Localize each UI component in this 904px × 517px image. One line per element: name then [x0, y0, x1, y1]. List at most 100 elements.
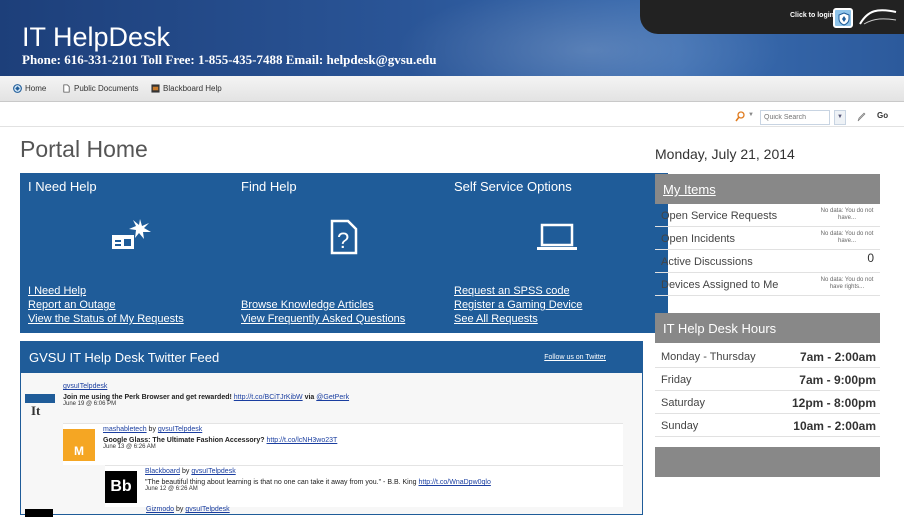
- my-items-title-link[interactable]: My Items: [663, 182, 716, 197]
- row-label: Devices Assigned to Me: [661, 279, 779, 291]
- tweet-link[interactable]: http://t.co/lcNH3wo23T: [267, 437, 338, 444]
- row-value: No data: You do not have...: [820, 208, 874, 221]
- gizmodo-avatar: [25, 509, 53, 517]
- search-icon[interactable]: [735, 111, 745, 123]
- tile-self-service: Self Service Options Request an SPSS cod…: [446, 173, 668, 333]
- new-ticket-icon: [112, 219, 151, 249]
- tweet-item: gvsuITelpdesk Join me using the Perk Bro…: [63, 383, 623, 407]
- my-items-row[interactable]: Active Discussions 0: [655, 251, 880, 273]
- hours-day: Friday: [661, 374, 692, 386]
- hours-header: IT Help Desk Hours: [655, 313, 880, 343]
- tweet-mention-link[interactable]: @GetPerk: [316, 394, 349, 401]
- row-value: No data: You do not have...: [820, 231, 874, 244]
- follow-twitter-link[interactable]: Follow us on Twitter: [544, 354, 606, 361]
- search-bar: ▼ ▼ Go: [0, 110, 904, 126]
- row-label: Open Incidents: [661, 233, 735, 245]
- header-banner: IT HelpDesk Phone: 616-331-2101 Toll Fre…: [0, 0, 904, 76]
- question-document-icon: ?: [330, 219, 358, 255]
- nav-item-public-documents[interactable]: Public Documents: [62, 84, 138, 93]
- divider: [0, 126, 904, 127]
- tweet-author-link[interactable]: mashabletech: [103, 426, 147, 433]
- hours-row: Monday - Thursday 7am - 2:00am: [655, 346, 880, 368]
- tile-i-need-help: I Need Help I Need Help Report an Outage…: [20, 173, 242, 333]
- my-items-row[interactable]: Devices Assigned to Me No data: You do n…: [655, 274, 880, 296]
- hours-day: Sunday: [661, 420, 699, 432]
- tweet-date: June 12 @ 6:26 AM: [145, 486, 198, 492]
- my-items-header: My Items: [655, 174, 880, 204]
- search-go-button[interactable]: Go: [877, 111, 888, 120]
- tweet-text: Google Glass: The Ultimate Fashion Acces…: [103, 437, 265, 444]
- tweet-card: Bb Blackboard by gvsuITelpdesk "The beau…: [105, 465, 623, 507]
- mashable-avatar: M: [63, 429, 95, 461]
- row-label: Active Discussions: [661, 256, 753, 268]
- nav-bar: Home Public Documents Blackboard Help: [0, 76, 904, 102]
- row-label: Open Service Requests: [661, 210, 778, 222]
- nav-item-label: Blackboard Help: [163, 84, 222, 93]
- hours-day: Saturday: [661, 397, 706, 409]
- hours-row: Saturday 12pm - 8:00pm: [655, 392, 880, 414]
- hours-day: Monday - Thursday: [661, 351, 756, 363]
- link-view-faq[interactable]: View Frequently Asked Questions: [241, 312, 405, 326]
- tweet-by: by: [181, 468, 190, 475]
- row-value: No data: You do not have rights...: [820, 277, 874, 290]
- tweet-by-author-link[interactable]: gvsuITelpdesk: [191, 468, 235, 475]
- login-link[interactable]: Click to login: [790, 12, 834, 19]
- my-items-row[interactable]: Open Incidents No data: You do not have.…: [655, 228, 880, 250]
- link-browse-knowledge[interactable]: Browse Knowledge Articles: [241, 298, 405, 312]
- hours-time: 10am - 2:00am: [793, 419, 876, 433]
- tweet-by-author-link[interactable]: gvsuITelpdesk: [158, 426, 202, 433]
- tile-title: I Need Help: [28, 179, 97, 194]
- tweet-card: M mashabletech by gvsuITelpdesk Google G…: [63, 423, 623, 465]
- nav-item-blackboard-help[interactable]: Blackboard Help: [151, 84, 222, 93]
- tile-links: Request an SPSS code Register a Gaming D…: [454, 284, 582, 326]
- link-i-need-help[interactable]: I Need Help: [28, 284, 184, 298]
- tile-links: I Need Help Report an Outage View the St…: [28, 284, 184, 326]
- swoosh-logo-icon: [859, 9, 897, 25]
- tweet-item: mashabletech by gvsuITelpdesk Google Gla…: [103, 426, 613, 450]
- tweet-item: Blackboard by gvsuITelpdesk "The beautif…: [145, 468, 615, 492]
- blackboard-avatar: Bb: [105, 471, 137, 503]
- login-shield-icon[interactable]: [833, 8, 853, 28]
- pencil-icon[interactable]: [856, 111, 866, 123]
- svg-text:?: ?: [337, 228, 349, 253]
- hours-title: IT Help Desk Hours: [663, 321, 777, 336]
- search-options-caret-icon[interactable]: ▼: [748, 112, 754, 118]
- tweet-by-author-link[interactable]: gvsuITelpdesk: [185, 506, 229, 513]
- twitter-feed-title: GVSU IT Help Desk Twitter Feed: [29, 350, 220, 365]
- tweet-by: by: [148, 426, 156, 433]
- nav-item-home[interactable]: Home: [13, 84, 46, 93]
- link-report-outage[interactable]: Report an Outage: [28, 298, 184, 312]
- tweet-author-link[interactable]: Blackboard: [145, 468, 180, 475]
- hours-time: 7am - 2:00am: [799, 350, 876, 364]
- link-register-gaming[interactable]: Register a Gaming Device: [454, 298, 582, 312]
- twitter-feed-header: GVSU IT Help Desk Twitter Feed Follow us…: [21, 342, 642, 373]
- tweet-link[interactable]: http://t.co/WnaDpw0qlo: [418, 479, 490, 486]
- my-items-row[interactable]: Open Service Requests No data: You do no…: [655, 205, 880, 227]
- tweet-text: Join me using the Perk Browser and get r…: [63, 394, 232, 401]
- hours-row: Sunday 10am - 2:00am: [655, 415, 880, 437]
- quick-search-input[interactable]: [760, 110, 830, 125]
- tile-title: Find Help: [241, 179, 297, 194]
- link-view-status[interactable]: View the Status of My Requests: [28, 312, 184, 326]
- link-request-spss[interactable]: Request an SPSS code: [454, 284, 582, 298]
- link-see-all-requests[interactable]: See All Requests: [454, 312, 582, 326]
- site-title: IT HelpDesk: [22, 22, 171, 52]
- tweet-author-link[interactable]: Gizmodo: [146, 506, 174, 513]
- tweet-via: via: [304, 394, 315, 401]
- tweet-author-link[interactable]: gvsuITelpdesk: [63, 383, 107, 390]
- gvsu-logo-icon: [25, 394, 55, 403]
- blackboard-icon: [151, 84, 160, 93]
- contact-info: Phone: 616-331-2101 Toll Free: 1-855-435…: [22, 52, 437, 67]
- hours-time: 12pm - 8:00pm: [791, 396, 876, 410]
- tweet-by: by: [175, 506, 184, 513]
- current-date: Monday, July 21, 2014: [655, 146, 795, 162]
- search-dropdown-button[interactable]: ▼: [834, 110, 846, 125]
- page-title: Portal Home: [20, 136, 148, 162]
- tweet-link[interactable]: http://t.co/BCiTJrKibW: [234, 394, 303, 401]
- tweet-text: "The beautiful thing about learning is t…: [145, 479, 417, 486]
- tweet-date: June 19 @ 6:06 PM: [63, 401, 117, 407]
- tile-links: Browse Knowledge Articles View Frequentl…: [241, 298, 405, 326]
- row-value: 0: [867, 251, 874, 265]
- nav-item-label: Public Documents: [74, 84, 139, 93]
- hours-time: 7am - 9:00pm: [799, 373, 876, 387]
